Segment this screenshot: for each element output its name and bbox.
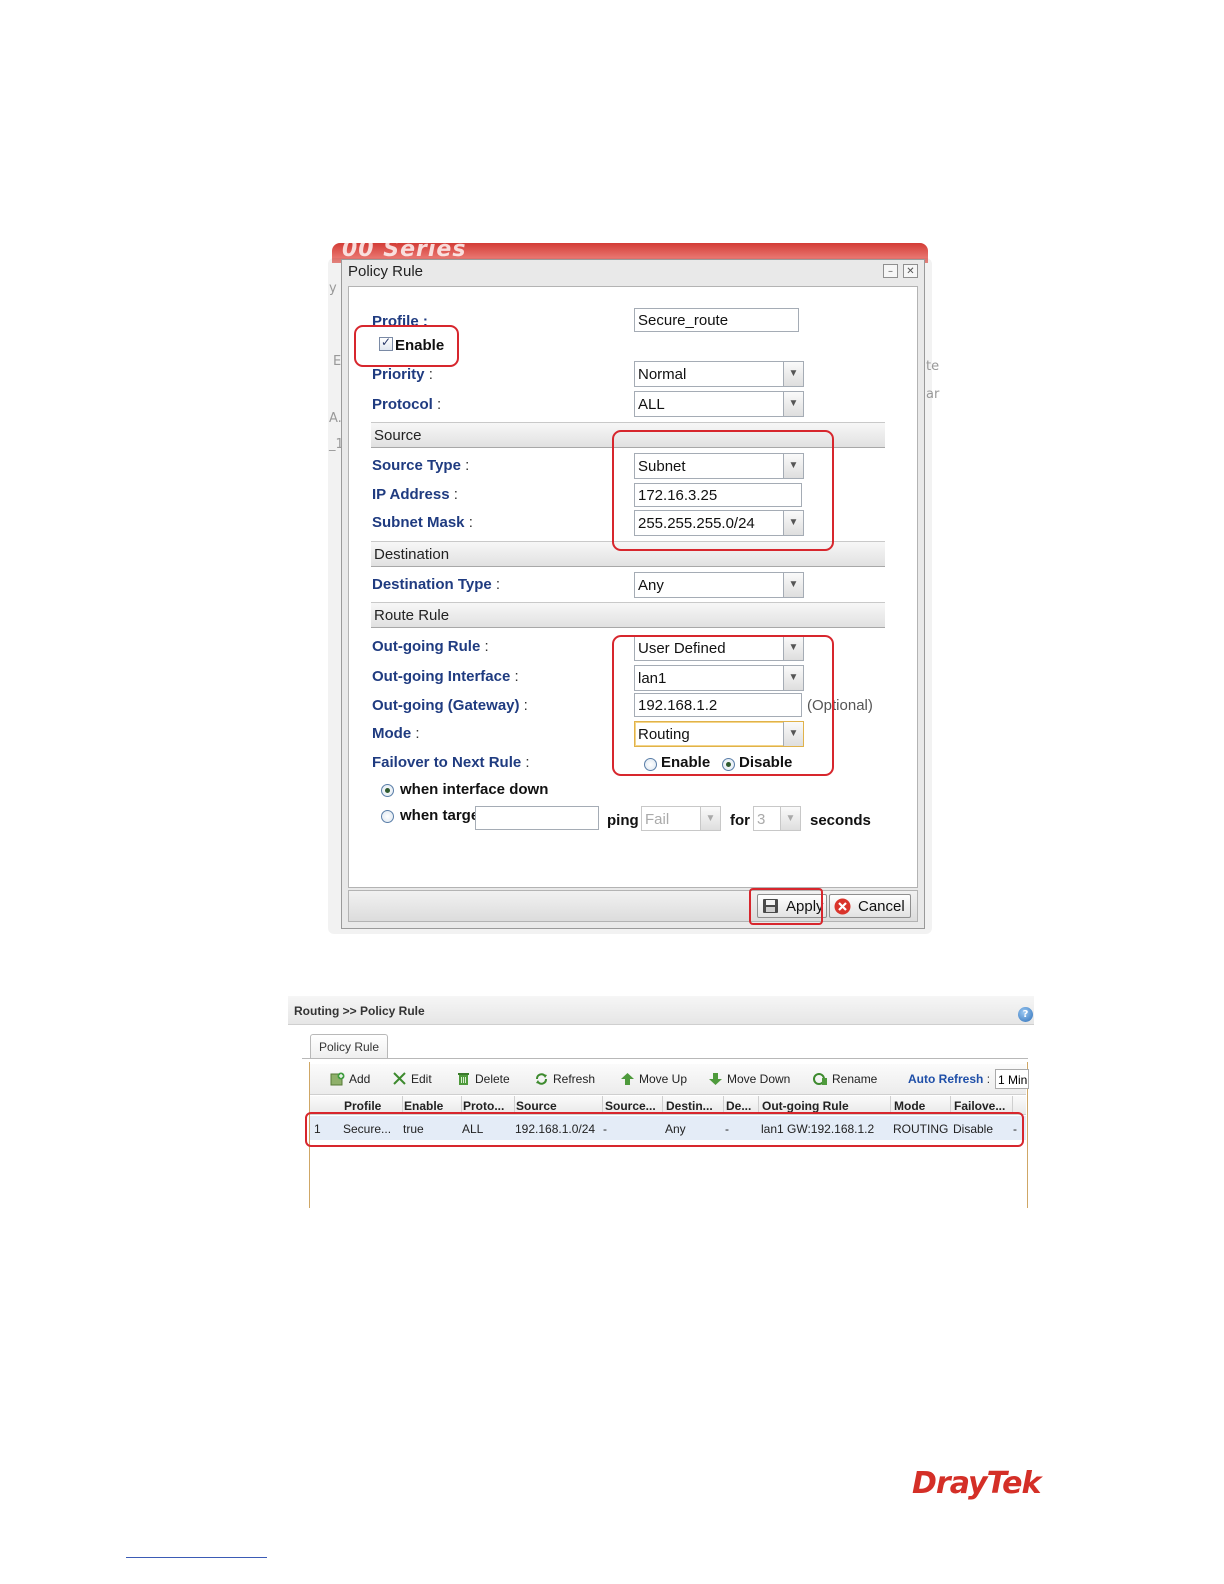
column-header[interactable]: Failove... — [954, 1099, 1005, 1113]
auto-refresh-select[interactable]: 1 Min — [995, 1069, 1029, 1089]
source-type-label: Source Type : — [372, 457, 470, 474]
background-fragment: A. — [329, 411, 342, 426]
column-header[interactable]: Enable — [404, 1099, 443, 1113]
arrow-down-icon — [709, 1073, 722, 1085]
profile-input[interactable]: Secure_route — [634, 308, 799, 332]
dialog-title: Policy Rule — [348, 263, 424, 280]
ping-select[interactable]: Fail ▼ — [641, 806, 721, 831]
destination-type-select[interactable]: Any ▼ — [634, 572, 804, 598]
dialog-body: Profile : Secure_route ✓ Enable Priority… — [348, 286, 918, 888]
seconds-label: seconds — [810, 812, 871, 829]
priority-label: Priority : — [372, 366, 433, 383]
column-header[interactable]: De... — [726, 1099, 751, 1113]
priority-select[interactable]: Normal ▼ — [634, 361, 804, 387]
target-input[interactable] — [475, 806, 599, 830]
tab-policy-rule[interactable]: Policy Rule — [310, 1034, 388, 1059]
for-label: for — [730, 812, 750, 829]
move-down-button[interactable]: Move Down — [708, 1072, 790, 1086]
rename-icon — [813, 1073, 827, 1085]
rename-button[interactable]: Rename — [813, 1072, 877, 1086]
cancel-icon — [834, 898, 851, 915]
footer-rule — [126, 1557, 267, 1558]
protocol-select[interactable]: ALL ▼ — [634, 391, 804, 417]
column-header[interactable]: Source — [516, 1099, 557, 1113]
subnet-mask-label: Subnet Mask : — [372, 514, 473, 531]
highlight-source — [612, 430, 834, 551]
tab-divider — [302, 1058, 1028, 1059]
mode-label: Mode : — [372, 725, 420, 742]
chevron-down-icon[interactable]: ▼ — [700, 807, 720, 830]
help-icon[interactable]: ? — [1018, 1007, 1033, 1022]
breadcrumb: Routing >> Policy Rule — [294, 1004, 425, 1018]
highlight-apply — [749, 888, 823, 925]
background-fragment: E — [333, 354, 342, 369]
ip-address-label: IP Address : — [372, 486, 458, 503]
cancel-button[interactable]: Cancel — [829, 894, 911, 918]
column-header[interactable]: Profile — [344, 1099, 381, 1113]
chevron-down-icon[interactable]: ▼ — [783, 392, 803, 416]
highlight-enable — [354, 325, 459, 367]
column-header[interactable]: Proto... — [463, 1099, 504, 1113]
outgoing-rule-label: Out-going Rule : — [372, 638, 489, 655]
when-interface-down-radio[interactable] — [381, 784, 394, 797]
column-header[interactable]: Destin... — [666, 1099, 713, 1113]
destination-type-label: Destination Type : — [372, 576, 501, 593]
background-fragment: te — [926, 359, 940, 374]
add-button[interactable]: Add — [330, 1072, 370, 1086]
close-button[interactable]: ✕ — [903, 264, 918, 278]
route-rule-section-header: Route Rule — [371, 602, 885, 628]
failover-label: Failover to Next Rule : — [372, 754, 530, 771]
for-seconds-select[interactable]: 3 ▼ — [753, 806, 801, 831]
highlight-route-rule — [612, 635, 834, 776]
column-header[interactable]: Mode — [894, 1099, 925, 1113]
when-target-radio[interactable] — [381, 810, 394, 823]
arrow-up-icon — [621, 1073, 634, 1085]
draytek-logo: DrayTek — [912, 1466, 1041, 1501]
chevron-down-icon[interactable]: ▼ — [780, 807, 800, 830]
protocol-label: Protocol : — [372, 396, 442, 413]
edit-icon — [393, 1072, 406, 1085]
move-up-button[interactable]: Move Up — [620, 1072, 687, 1086]
ping-label: ping — [607, 812, 639, 829]
cancel-label: Cancel — [858, 898, 905, 915]
when-interface-down-label: when interface down — [400, 781, 549, 798]
outgoing-gateway-label: Out-going (Gateway) : — [372, 697, 528, 714]
chevron-down-icon[interactable]: ▼ — [783, 573, 803, 597]
trash-icon — [458, 1073, 469, 1085]
background-fragment: ar — [926, 387, 940, 402]
close-icon: ✕ — [906, 266, 915, 277]
minimize-icon: – — [888, 266, 893, 277]
background-fragment: y — [329, 281, 337, 296]
policy-rule-panel: Routing >> Policy Rule ? Policy Rule Add… — [288, 996, 1034, 1208]
dialog-footer: Apply Cancel — [348, 890, 918, 922]
grid-toolbar: Add Edit Delete Refresh Move Up Move Dow… — [310, 1064, 1029, 1095]
refresh-icon — [536, 1073, 547, 1085]
outgoing-interface-label: Out-going Interface : — [372, 668, 519, 685]
column-header[interactable]: Source... — [605, 1099, 656, 1113]
column-header[interactable]: Out-going Rule — [762, 1099, 849, 1113]
add-icon — [330, 1072, 345, 1086]
auto-refresh-label: Auto Refresh : — [908, 1072, 991, 1086]
highlight-table-row — [305, 1112, 1024, 1147]
when-target-label: when targe — [400, 807, 476, 824]
delete-button[interactable]: Delete — [456, 1072, 510, 1086]
chevron-down-icon[interactable]: ▼ — [783, 362, 803, 386]
refresh-button[interactable]: Refresh — [534, 1072, 595, 1086]
minimize-button[interactable]: – — [883, 264, 898, 278]
edit-button[interactable]: Edit — [392, 1072, 432, 1086]
